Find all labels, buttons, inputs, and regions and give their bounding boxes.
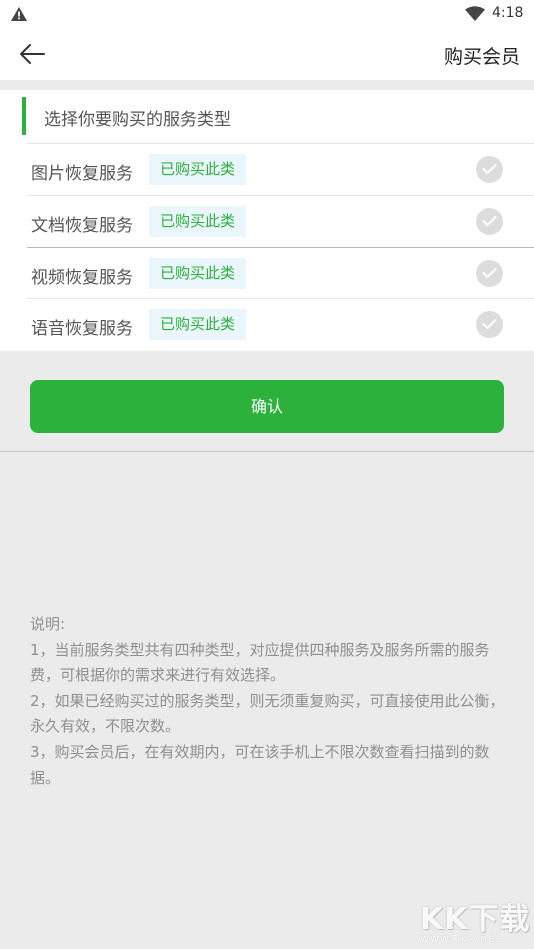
- service-row-document[interactable]: 文档恢复服务 已购买此类: [0, 195, 534, 247]
- app-bar: 购买会员: [0, 28, 534, 80]
- service-row-video[interactable]: 视频恢复服务 已购买此类: [0, 247, 534, 299]
- row-divider: [27, 195, 534, 196]
- service-label: 文档恢复服务: [31, 216, 133, 236]
- note-item: 1，当前服务类型共有四种类型，对应提供四种服务及服务所需的服务费，可根据你的需求…: [30, 640, 490, 685]
- purchased-badge: 已购买此类: [149, 154, 247, 185]
- service-label: 图片恢复服务: [31, 164, 133, 184]
- purchased-badge: 已购买此类: [149, 309, 247, 340]
- warning-icon: [10, 6, 28, 26]
- page-title: 购买会员: [443, 46, 520, 68]
- notes-heading: 说明:: [30, 615, 66, 633]
- row-divider: [27, 247, 534, 248]
- service-label: 语音恢复服务: [31, 319, 133, 339]
- service-card: 选择你要购买的服务类型 图片恢复服务 已购买此类 文档恢复服务 已购买此类 视频…: [0, 90, 534, 351]
- status-time: 4:18: [492, 5, 524, 21]
- service-row-audio[interactable]: 语音恢复服务 已购买此类: [0, 298, 534, 350]
- section-header: 选择你要购买的服务类型: [0, 90, 534, 143]
- divider: [0, 451, 534, 452]
- note-item: 3，购买会员后，在有效期内，可在该手机上不限次数查看扫描到的数据。: [30, 742, 490, 787]
- wifi-icon: [464, 6, 486, 26]
- check-icon[interactable]: [476, 156, 503, 183]
- notes: 说明: 1，当前服务类型共有四种类型，对应提供四种服务及服务所需的服务费，可根据…: [30, 612, 508, 791]
- watermark-url: www.kkx.net: [420, 932, 502, 945]
- back-arrow-icon[interactable]: [18, 42, 46, 66]
- note-item: 2，如果已经购买过的服务类型，则无须重复购买，可直接使用此公衡，永久有效，不限次…: [30, 691, 505, 736]
- service-row-image[interactable]: 图片恢复服务 已购买此类: [0, 143, 534, 195]
- confirm-button[interactable]: 确认: [30, 380, 504, 433]
- status-bar: 4:18: [0, 0, 534, 28]
- spacer: [0, 80, 534, 90]
- section-title: 选择你要购买的服务类型: [44, 110, 231, 130]
- service-label: 视频恢复服务: [31, 268, 133, 288]
- row-divider: [27, 298, 534, 299]
- watermark: KK下载 www.kkx.net: [414, 894, 534, 949]
- row-divider: [27, 143, 534, 144]
- purchased-badge: 已购买此类: [149, 206, 247, 237]
- purchased-badge: 已购买此类: [149, 258, 247, 289]
- section-accent-bar: [22, 97, 26, 135]
- check-icon[interactable]: [476, 260, 503, 287]
- check-icon[interactable]: [476, 208, 503, 235]
- check-icon[interactable]: [476, 311, 503, 338]
